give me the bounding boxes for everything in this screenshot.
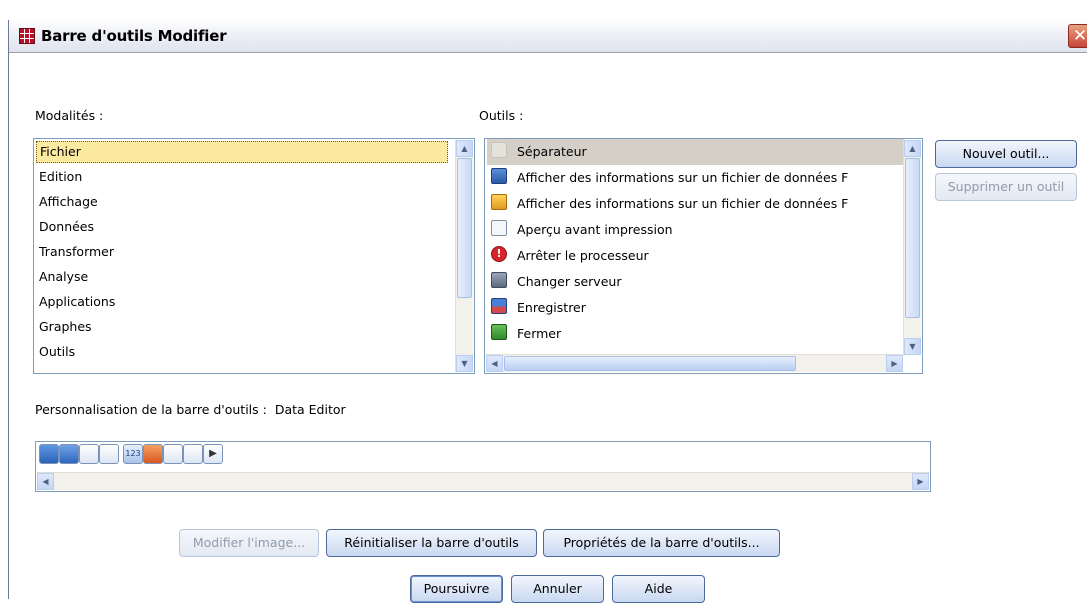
scroll-left-icon[interactable]: ◀: [486, 355, 503, 372]
variable-grid-icon[interactable]: [59, 444, 79, 464]
toolbar-preview[interactable]: 123 ▶ ◀ ▶: [35, 441, 931, 492]
modalites-item[interactable]: Applications: [36, 291, 115, 313]
blank-icon[interactable]: [183, 444, 203, 464]
blank-icon[interactable]: [99, 444, 119, 464]
close-icon: ✕: [1072, 26, 1087, 46]
window-title: Barre d'outils Modifier: [41, 27, 227, 45]
customization-prefix: Personnalisation de la barre d'outils :: [35, 402, 267, 417]
modalites-item[interactable]: Outils: [36, 341, 75, 363]
modalites-item[interactable]: Fichier: [36, 141, 448, 163]
modalites-item[interactable]: Affichage: [36, 191, 98, 213]
data-grid-icon[interactable]: [39, 444, 59, 464]
file-info-icon: [491, 194, 507, 210]
modalites-item[interactable]: Edition: [36, 166, 82, 188]
scroll-up-icon[interactable]: ▲: [456, 140, 473, 157]
app-grid-icon: [19, 28, 35, 44]
modalites-item[interactable]: Analyse: [36, 266, 88, 288]
toolbar-hscrollbar[interactable]: ◀ ▶: [37, 472, 929, 490]
modalites-item[interactable]: Transformer: [36, 241, 114, 263]
outils-item[interactable]: Séparateur: [487, 139, 904, 165]
close-button[interactable]: ✕: [1068, 24, 1087, 48]
scroll-thumb[interactable]: [457, 158, 472, 298]
value-labels-icon[interactable]: 123: [123, 444, 143, 464]
customization-label: Personnalisation de la barre d'outils : …: [35, 402, 346, 417]
run-icon[interactable]: ▶: [203, 444, 223, 464]
close-file-icon: [491, 324, 507, 340]
scroll-down-icon[interactable]: ▼: [456, 355, 473, 372]
modalites-label: Modalités :: [35, 108, 104, 123]
title-bar[interactable]: Barre d'outils Modifier ✕: [9, 20, 1087, 53]
print-preview-icon: [491, 220, 507, 236]
outils-hscrollbar[interactable]: ◀ ▶: [486, 354, 903, 372]
modalites-vscrollbar[interactable]: ▲ ▼: [455, 140, 473, 372]
scroll-right-icon[interactable]: ▶: [912, 473, 929, 490]
reset-toolbar-button[interactable]: Réinitialiser la barre d'outils: [326, 529, 537, 557]
outils-label: Outils :: [479, 108, 524, 123]
outils-vscrollbar[interactable]: ▲ ▼: [903, 140, 921, 355]
modalites-item[interactable]: Graphes: [36, 316, 92, 338]
stop-processor-icon: !: [491, 246, 507, 262]
scroll-down-icon[interactable]: ▼: [904, 338, 921, 355]
separator-icon: [491, 142, 507, 158]
modify-image-button[interactable]: Modifier l'image...: [179, 529, 319, 557]
new-tool-button[interactable]: Nouvel outil...: [935, 140, 1077, 168]
delete-tool-button[interactable]: Supprimer un outil: [935, 173, 1077, 201]
modalites-listbox[interactable]: Fichier Edition Affichage Données Transf…: [33, 138, 475, 374]
split-file-icon[interactable]: [143, 444, 163, 464]
outils-listbox[interactable]: Séparateur Afficher des informations sur…: [484, 138, 923, 374]
blank-icon[interactable]: [163, 444, 183, 464]
scroll-thumb[interactable]: [504, 356, 796, 371]
scroll-thumb[interactable]: [905, 158, 920, 318]
change-server-icon: [491, 272, 507, 288]
save-icon: [491, 298, 507, 314]
blank-icon[interactable]: [79, 444, 99, 464]
dialog-window: Barre d'outils Modifier ✕ Modalités : Fi…: [8, 20, 1087, 603]
modalites-item[interactable]: Données: [36, 216, 94, 238]
toolbar-properties-button[interactable]: Propriétés de la barre d'outils...: [543, 529, 780, 557]
scroll-left-icon[interactable]: ◀: [37, 473, 54, 490]
scroll-up-icon[interactable]: ▲: [904, 140, 921, 157]
scroll-right-icon[interactable]: ▶: [886, 355, 903, 372]
computer-info-icon: [491, 168, 507, 184]
dialog-body: Modalités : Fichier Edition Affichage Do…: [9, 53, 1087, 603]
editor-name: Data Editor: [274, 402, 346, 417]
